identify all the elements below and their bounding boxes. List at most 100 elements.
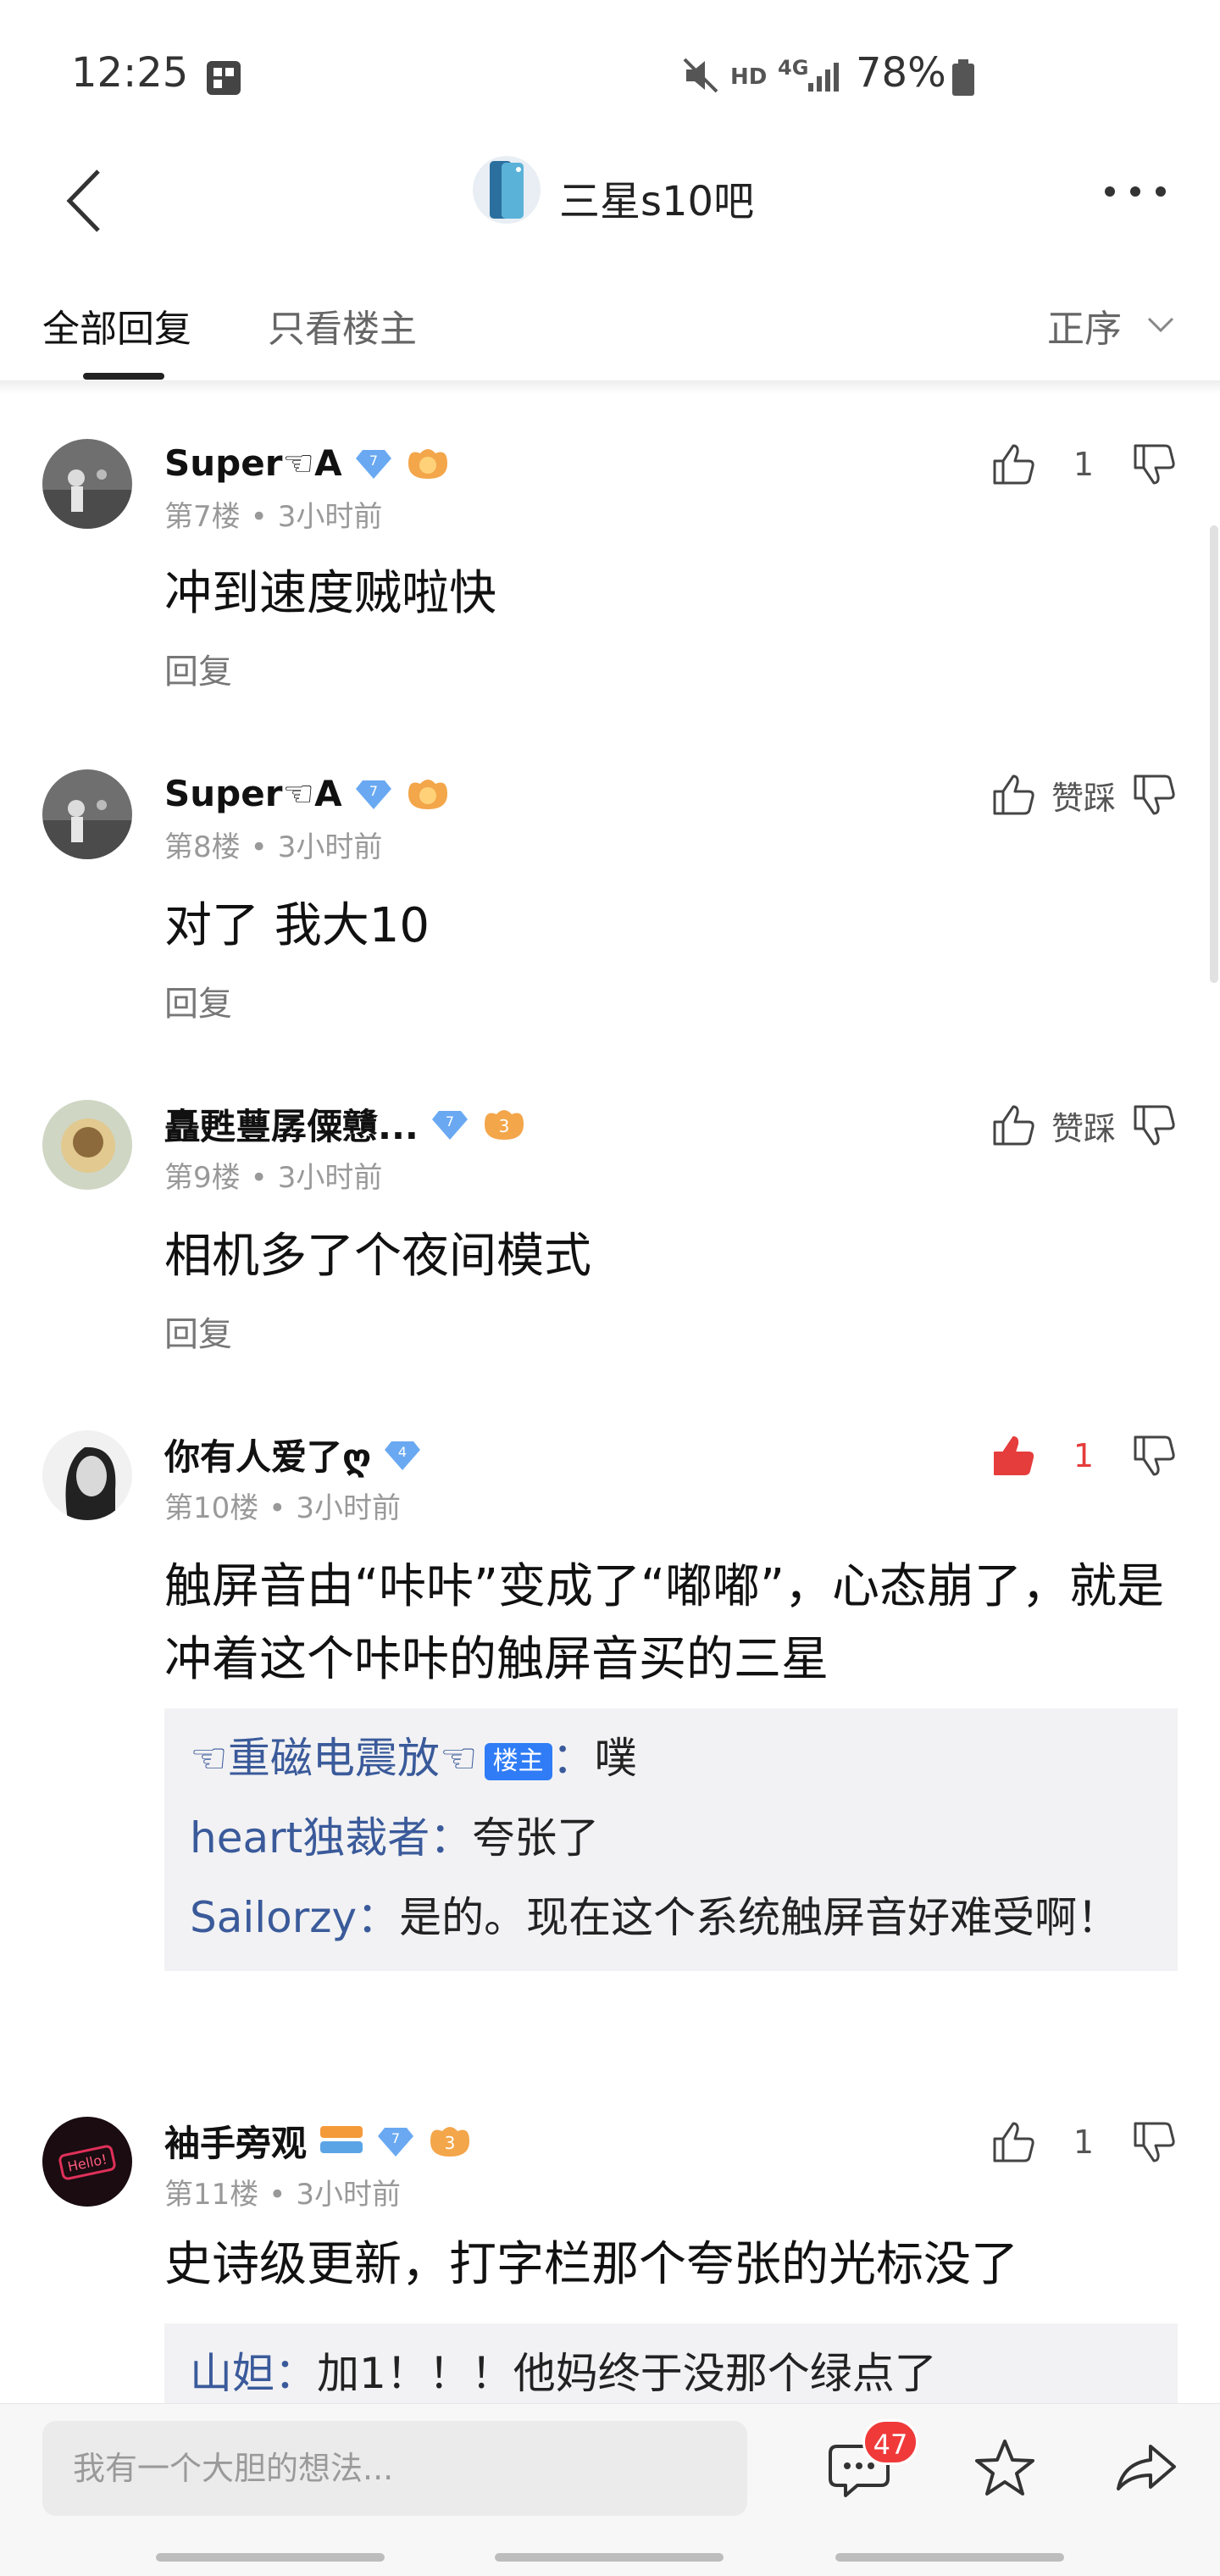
like-dislike-label: 赞踩	[1051, 779, 1116, 817]
battery-percent: 78%	[856, 49, 946, 97]
reply-button[interactable]: 回复	[164, 976, 232, 1025]
sub-reply-author[interactable]: heart独裁者	[190, 1813, 430, 1863]
username[interactable]: 矗甦蘴孱僳戇...	[164, 1098, 419, 1150]
thumbs-up-icon[interactable]	[990, 771, 1037, 819]
username[interactable]: Super☜A	[164, 442, 342, 484]
comment-count-badge: 47	[862, 2419, 918, 2465]
network-label: 4G	[778, 56, 809, 80]
vip-diamond-icon: 7	[431, 1111, 468, 1140]
thumbs-up-icon[interactable]	[990, 2118, 1037, 2166]
level-badge-icon	[408, 780, 447, 809]
avatar[interactable]	[42, 769, 132, 859]
post-meta: 第11楼 • 3小时前	[164, 2171, 401, 2212]
thumbs-up-icon[interactable]	[990, 441, 1037, 488]
op-badge: 楼主	[484, 1742, 552, 1780]
reply-tabs: 全部回复 只看楼主 正序	[0, 263, 1220, 381]
level-badge-icon: 3	[430, 2127, 470, 2157]
level-badge-icon	[408, 449, 447, 479]
sub-reply-author[interactable]: ☜重磁电震放☜	[190, 1734, 478, 1783]
forum-avatar-icon[interactable]	[471, 154, 542, 225]
floor-number: 第7楼	[164, 500, 241, 534]
like-count: 1	[1073, 446, 1095, 483]
sub-reply-separator: ：	[552, 1734, 595, 1783]
comment-input[interactable]	[42, 2421, 747, 2516]
sub-replies: 山妲：加1！！！他妈终于没那个绿点了	[164, 2323, 1178, 2405]
avatar[interactable]: Hello!	[42, 2117, 132, 2207]
reply-button[interactable]: 回复	[164, 644, 232, 693]
meta-separator: •	[250, 500, 268, 534]
share-icon[interactable]	[1113, 2434, 1181, 2502]
sort-order-button[interactable]: 正序	[1047, 298, 1122, 353]
signal-icon	[808, 63, 839, 92]
vip-diamond-icon: 7	[355, 450, 391, 479]
sub-reply-separator: ：	[274, 2349, 317, 2398]
battery-icon	[952, 59, 974, 96]
username[interactable]: Super☜A	[164, 773, 342, 814]
tab-all-replies[interactable]: 全部回复	[42, 298, 191, 353]
status-time: 12:25	[71, 49, 189, 97]
forum-title[interactable]: 三星s10吧	[559, 168, 754, 227]
post-time: 3小时前	[296, 2178, 401, 2212]
sub-replies: ☜重磁电震放☜ 楼主 ：噗 heart独裁者：夸张了 Sailorzy：是的。现在这…	[164, 1708, 1178, 1971]
meta-separator: •	[250, 830, 268, 864]
svg-text:7: 7	[369, 452, 377, 469]
scrollbar[interactable]	[1210, 525, 1218, 983]
bottom-bar: 47	[0, 2403, 1220, 2576]
mute-icon	[683, 58, 718, 93]
floor-number: 第9楼	[164, 1161, 241, 1195]
thumbs-down-icon[interactable]	[1130, 1432, 1178, 1480]
thumbs-up-icon[interactable]	[990, 1102, 1037, 1149]
avatar[interactable]	[42, 1430, 132, 1520]
sub-reply-author[interactable]: Sailorzy	[190, 1893, 357, 1942]
username-row: Super☜A 7	[164, 769, 451, 817]
thumbs-down-icon[interactable]	[1130, 441, 1178, 488]
tab-only-op[interactable]: 只看楼主	[268, 298, 417, 353]
chevron-left-icon[interactable]	[61, 163, 112, 239]
header-shadow	[0, 381, 1220, 395]
nav-gesture-bar	[835, 2553, 1064, 2562]
floor-number: 第10楼	[164, 1491, 259, 1525]
top-header: 三星s10吧	[0, 144, 1220, 263]
thumbs-down-icon[interactable]	[1130, 2118, 1178, 2166]
svg-text:3: 3	[499, 1116, 510, 1136]
sub-reply-text: 噗	[594, 1734, 637, 1783]
svg-text:3: 3	[445, 2133, 456, 2153]
username-row: Super☜A 7	[164, 439, 451, 486]
post-floor-10: 你有人爱了ღ 4 第10楼 • 3小时前 触屏音由“咔咔”变成了“嘟嘟”，心态崩了，…	[0, 1430, 1220, 2049]
svg-text:7: 7	[369, 783, 377, 799]
post-meta: 第7楼 • 3小时前	[164, 493, 382, 535]
sub-reply-text: 加1！！！他妈终于没那个绿点了	[317, 2349, 937, 2398]
username[interactable]: 袖手旁观	[164, 2117, 307, 2167]
avatar[interactable]	[42, 439, 132, 529]
sub-reply[interactable]: ☜重磁电震放☜ 楼主 ：噗	[190, 1727, 1152, 1790]
username[interactable]: 你有人爱了ღ	[164, 1429, 371, 1480]
thumbs-down-icon[interactable]	[1130, 771, 1178, 819]
sub-reply[interactable]: heart独裁者：夸张了	[190, 1807, 1152, 1869]
floor-number: 第8楼	[164, 830, 241, 864]
sub-reply-separator: ：	[357, 1893, 400, 1942]
sub-reply[interactable]: 山妲：加1！！！他妈终于没那个绿点了	[190, 2342, 1152, 2405]
reply-button[interactable]: 回复	[164, 1307, 232, 1356]
star-icon[interactable]	[971, 2434, 1039, 2502]
floor-number: 第11楼	[164, 2178, 259, 2212]
thumbs-up-filled-icon[interactable]	[990, 1432, 1037, 1480]
username-row: 袖手旁观 7 3	[164, 2117, 473, 2164]
sub-reply[interactable]: Sailorzy：是的。现在这个系统触屏音好难受啊！	[190, 1886, 1152, 1949]
chevron-down-icon[interactable]	[1144, 312, 1178, 337]
nav-gesture-bar	[156, 2553, 385, 2562]
more-dots-icon[interactable]	[1101, 175, 1169, 208]
post-actions: 赞踩	[990, 1100, 1178, 1151]
avatar[interactable]	[42, 1100, 132, 1190]
vip-diamond-icon: 4	[385, 1441, 421, 1470]
post-time: 3小时前	[277, 830, 383, 864]
level-badge-icon: 3	[484, 1110, 524, 1140]
status-bar: 12:25 HD 4G 78%	[0, 0, 1220, 144]
post-floor-7: Super☜A 7 第7楼 • 3小时前 冲到速度贼啦快 回复 1	[0, 439, 1220, 693]
post-actions: 1	[990, 439, 1178, 490]
active-tab-indicator	[83, 373, 164, 380]
thumbs-down-icon[interactable]	[1130, 1102, 1178, 1149]
sub-reply-separator: ：	[430, 1813, 473, 1863]
post-floor-9: 矗甦蘴孱僳戇... 7 3 第9楼 • 3小时前 相机多了个夜间模式 回复 赞踩	[0, 1100, 1220, 1354]
sub-reply-author[interactable]: 山妲	[190, 2349, 274, 2398]
post-floor-8: Super☜A 7 第8楼 • 3小时前 对了 我大10 回复 赞踩	[0, 769, 1220, 1024]
